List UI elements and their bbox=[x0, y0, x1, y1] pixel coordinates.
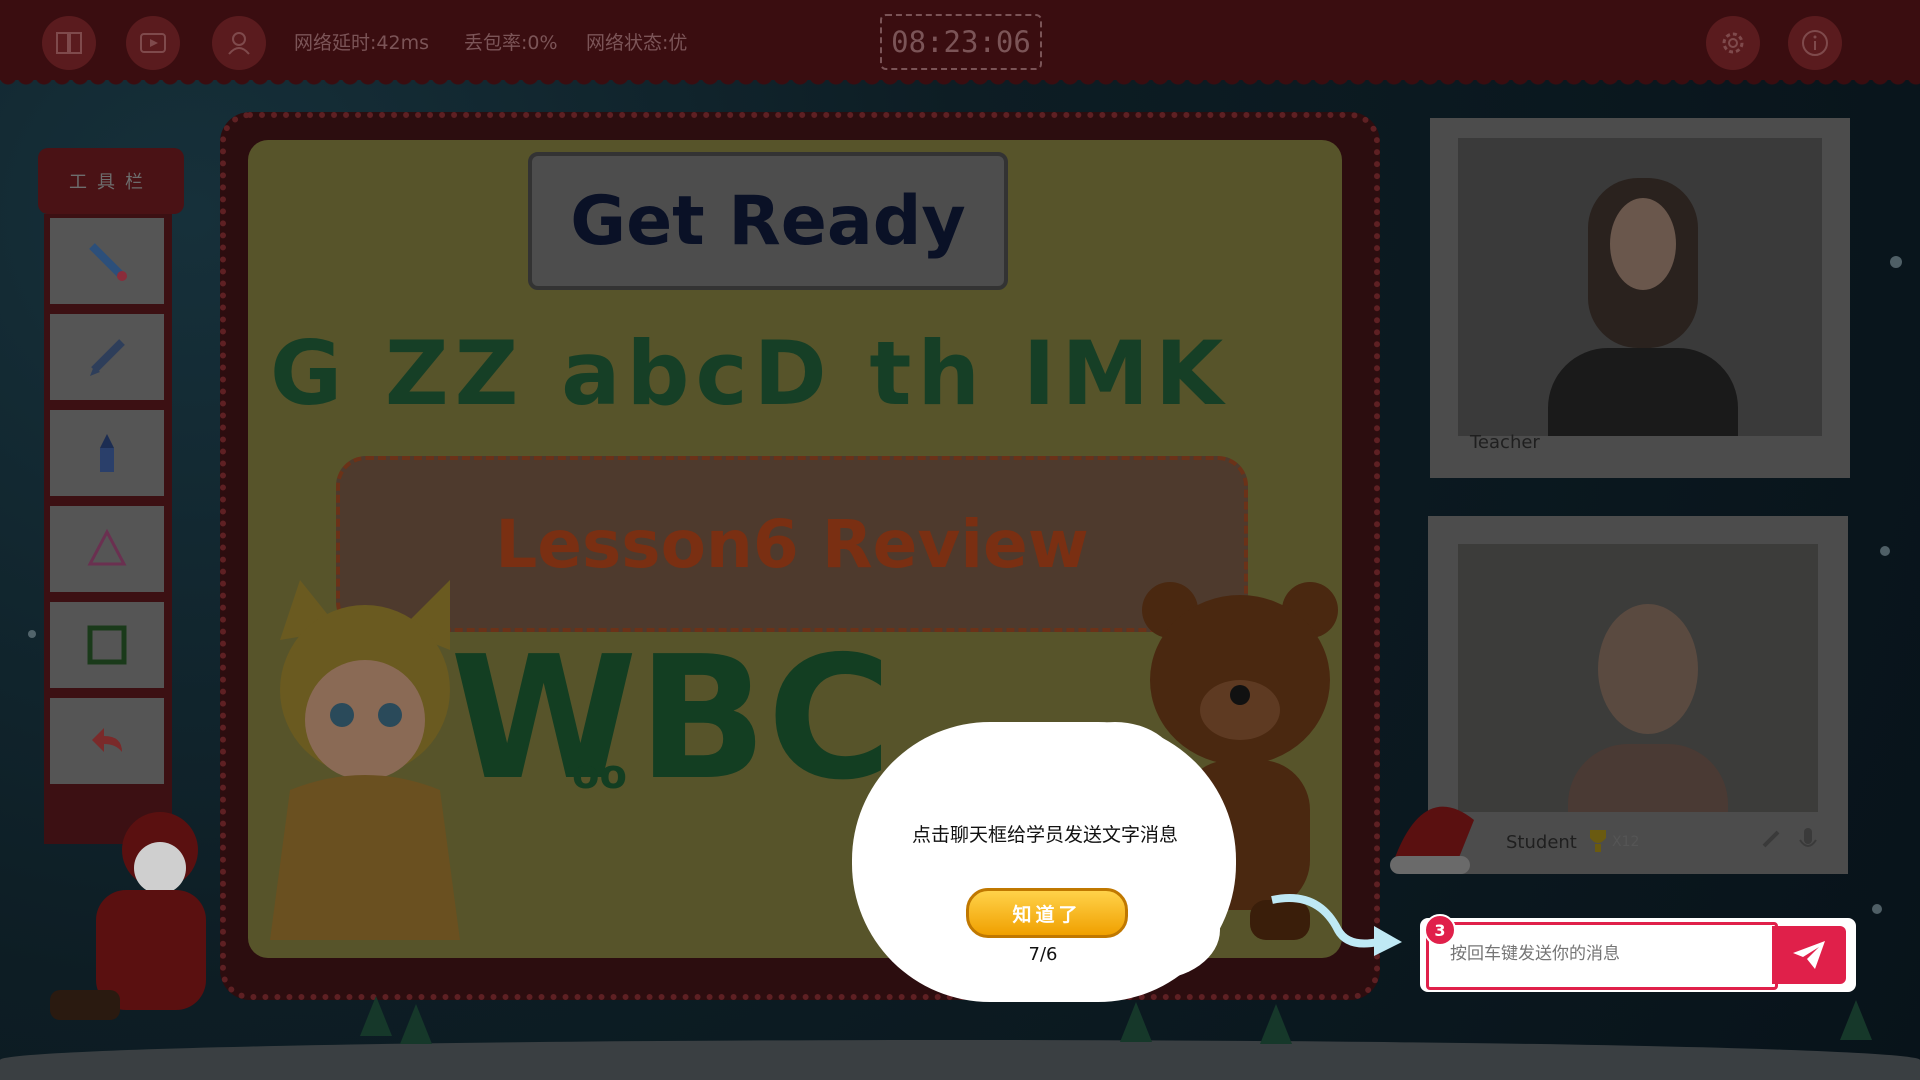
student-video-panel: Student X12 bbox=[1428, 516, 1848, 874]
teacher-video-panel: Teacher bbox=[1430, 118, 1850, 478]
santa-decoration bbox=[50, 812, 206, 1020]
got-it-button[interactable]: 知道了 bbox=[966, 888, 1128, 938]
snow-dot bbox=[1872, 904, 1882, 914]
info-icon[interactable] bbox=[1788, 16, 1842, 70]
crayon-icon bbox=[100, 434, 114, 472]
cloud-bump bbox=[940, 726, 1060, 816]
teacher-label: Teacher bbox=[1470, 432, 1540, 453]
class-timer: 08:23:06 bbox=[880, 14, 1042, 70]
chat-input[interactable] bbox=[1430, 926, 1790, 982]
book-icon[interactable] bbox=[42, 16, 96, 70]
send-icon bbox=[1793, 941, 1825, 969]
snow-dot bbox=[1880, 546, 1890, 556]
pencil-icon bbox=[90, 339, 125, 376]
lesson-title: Lesson6 Review bbox=[495, 505, 1089, 583]
send-button[interactable] bbox=[1772, 926, 1846, 984]
pencil-permission-icon[interactable] bbox=[1760, 828, 1782, 852]
student-face bbox=[1598, 604, 1698, 734]
pencil-tool[interactable] bbox=[50, 314, 164, 400]
laser-pointer-tool[interactable] bbox=[50, 218, 164, 304]
top-bar: 网络延时:42ms 丢包率:0% 网络状态:优 08:23:06 bbox=[0, 0, 1920, 92]
shapes-tool[interactable] bbox=[50, 506, 164, 592]
guide-arrow-icon bbox=[1271, 894, 1402, 956]
crayon-tool[interactable] bbox=[50, 410, 164, 496]
video-icon[interactable] bbox=[126, 16, 180, 70]
decor-letters: G ZZ abcD th IMK bbox=[270, 322, 1230, 425]
rectangle-tool[interactable] bbox=[50, 602, 164, 688]
microphone-icon[interactable] bbox=[1798, 826, 1818, 854]
teacher-face bbox=[1610, 198, 1676, 290]
tree-decoration bbox=[1840, 1000, 1872, 1040]
tree-decoration bbox=[360, 996, 392, 1036]
trophy-icon bbox=[1590, 830, 1606, 852]
tree-decoration bbox=[1260, 1004, 1292, 1044]
user-icon[interactable] bbox=[212, 16, 266, 70]
decor-big-letters: WBC bbox=[450, 620, 892, 818]
undo-icon bbox=[92, 728, 122, 752]
laser-pointer-icon bbox=[89, 243, 127, 281]
teacher-video[interactable] bbox=[1458, 138, 1822, 436]
santa-hat-decoration bbox=[1390, 806, 1474, 874]
shapes-icon bbox=[87, 528, 127, 566]
tree-decoration bbox=[1120, 1002, 1152, 1042]
student-label: Student bbox=[1506, 832, 1577, 853]
cloud-bump bbox=[1050, 722, 1180, 822]
toolbox bbox=[44, 214, 172, 844]
slide-heading: Get Ready bbox=[528, 152, 1008, 290]
undo-tool[interactable] bbox=[50, 698, 164, 784]
snow-ground bbox=[0, 1040, 1920, 1080]
snow-dot bbox=[28, 630, 36, 638]
gear-icon[interactable] bbox=[1706, 16, 1760, 70]
student-video[interactable] bbox=[1458, 544, 1818, 812]
snow-dot bbox=[1890, 256, 1902, 268]
unread-badge: 3 bbox=[1424, 914, 1456, 946]
network-latency: 网络延时:42ms bbox=[294, 32, 429, 54]
trophy-count: X12 bbox=[1612, 834, 1640, 850]
packet-loss: 丢包率:0% bbox=[464, 32, 558, 54]
teacher-body bbox=[1548, 348, 1738, 436]
cat-girl-character bbox=[270, 580, 460, 940]
toolbox-title: 工具栏 bbox=[38, 148, 184, 214]
tree-decoration bbox=[400, 1004, 432, 1044]
student-body bbox=[1568, 744, 1728, 812]
guide-tip-text: 点击聊天框给学员发送文字消息 bbox=[911, 824, 1178, 846]
rectangle-icon bbox=[87, 625, 127, 665]
network-status: 网络状态:优 bbox=[586, 32, 688, 54]
decor-oo: oo bbox=[572, 752, 627, 798]
guide-step-counter: 7/6 bbox=[1028, 944, 1058, 965]
